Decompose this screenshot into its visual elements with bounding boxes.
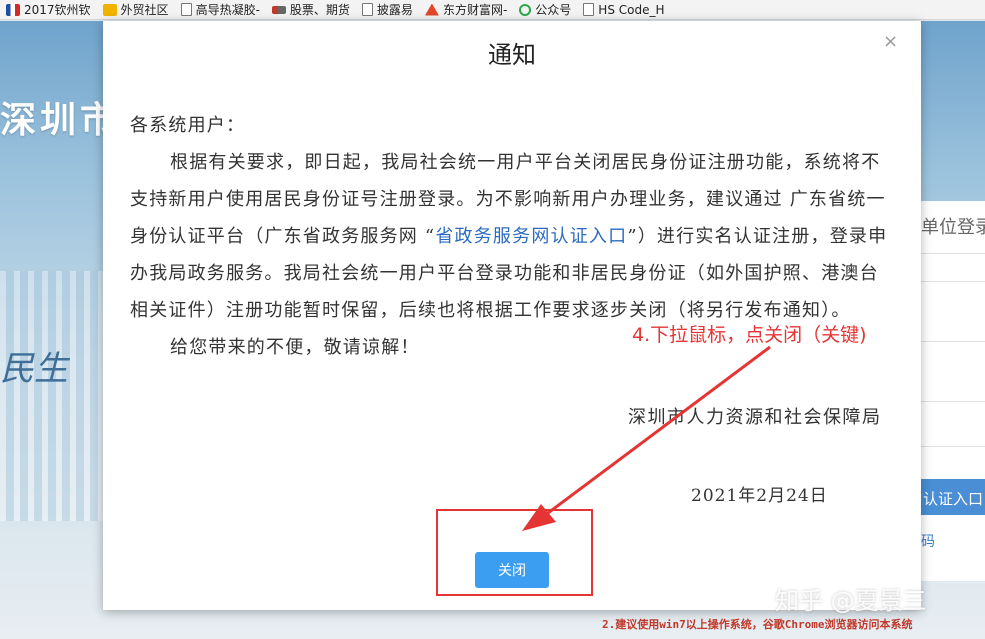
dialog-title: 通知	[488, 41, 536, 69]
panel-link[interactable]: 码	[921, 531, 935, 551]
east-icon	[424, 3, 439, 16]
notice-signature: 深圳市人力资源和社会保障局	[628, 407, 882, 428]
notice-dialog: 通知 × 各系统用户： 根据有关要求，即日起，我局社会统一用户平台关闭居民身份证…	[103, 21, 921, 610]
flag-icon	[6, 3, 20, 16]
page-icon	[361, 3, 373, 16]
divider	[921, 281, 985, 282]
divider	[921, 446, 985, 447]
bookmarks-bar: 2017钦州钦 外贸社区 高导热凝胶- 股票、期货 披露易 东方财富网- 公众号…	[0, 0, 985, 20]
page-icon	[180, 3, 192, 16]
site-slogan: 民生	[0, 349, 68, 389]
bookmark-item[interactable]: 公众号	[513, 0, 577, 20]
browser-recommendation-note: 2.建议使用win7以上操作系统，谷歌Chrome浏览器访问本系统	[602, 618, 913, 631]
bookmark-item[interactable]: 2017钦州钦	[0, 0, 97, 20]
bookmark-item[interactable]: 东方财富网-	[419, 0, 513, 20]
notice-paragraph: 根据有关要求，即日起，我局社会统一用户平台关闭居民身份证注册功能，系统将不支持新…	[130, 152, 888, 321]
divider	[921, 341, 985, 342]
auth-portal-link[interactable]: 省政务服务网认证入口	[435, 226, 627, 247]
site-title: 深圳市	[0, 100, 121, 141]
bookmark-item[interactable]: 外贸社区	[97, 0, 175, 20]
divider	[921, 253, 985, 254]
bookmark-item[interactable]: 高导热凝胶-	[175, 0, 266, 20]
auth-entry-button[interactable]: 认证入口	[921, 479, 985, 515]
bookmark-item[interactable]: 披露易	[356, 0, 419, 20]
notice-date: 2021年2月24日	[691, 486, 828, 506]
annotation-label: 4.下拉鼠标，点关闭（关键)	[632, 324, 867, 346]
page-icon	[583, 3, 595, 16]
city-backdrop	[0, 271, 103, 521]
trade-icon	[102, 3, 117, 16]
bookmark-item[interactable]: 股票、期货	[266, 0, 356, 20]
watermark: 知乎 @夏景三	[775, 587, 927, 615]
notice-greeting: 各系统用户：	[130, 115, 246, 136]
divider	[921, 401, 985, 402]
login-panel-heading: 单位登录	[921, 217, 985, 238]
stock-icon	[271, 5, 286, 14]
bookmark-item[interactable]: HS Code_H	[577, 0, 670, 20]
close-button[interactable]: 关闭	[475, 552, 549, 588]
wechat-icon	[519, 3, 532, 16]
close-icon[interactable]: ×	[883, 31, 898, 52]
login-panel: 单位登录 认证入口 码	[920, 201, 985, 581]
